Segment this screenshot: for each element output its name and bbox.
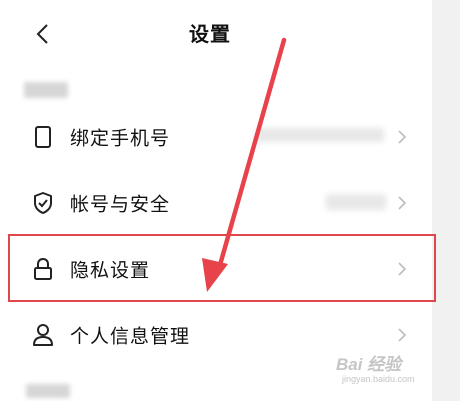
settings-page: 设置 绑定手机号 帐号与安全 隐私设置 个人信息管理 Bai 经验 jingya…	[0, 0, 460, 401]
user-icon	[30, 322, 56, 348]
phone-icon	[30, 124, 56, 150]
baidu-watermark: Bai 经验 jingyan.baidu.com	[336, 346, 436, 396]
page-title: 设置	[189, 22, 231, 46]
phone-number-redacted	[256, 128, 384, 142]
chevron-left-icon	[36, 24, 48, 44]
settings-row-bind-phone[interactable]: 绑定手机号	[0, 106, 432, 168]
chevron-right-icon	[394, 325, 410, 345]
settings-row-label: 帐号与安全	[70, 193, 171, 216]
chevron-right-icon	[394, 127, 410, 147]
back-button[interactable]	[26, 18, 58, 50]
watermark-text: Bai 经验	[336, 355, 402, 374]
settings-row-account-security[interactable]: 帐号与安全	[0, 172, 432, 234]
account-status-redacted	[326, 194, 386, 210]
watermark-subtext: jingyan.baidu.com	[342, 374, 415, 384]
settings-row-label: 绑定手机号	[70, 127, 171, 150]
section-header-redacted	[24, 82, 68, 98]
settings-row-label: 个人信息管理	[70, 325, 191, 348]
shield-check-icon	[30, 190, 56, 216]
right-edge-strip	[432, 0, 460, 401]
chevron-right-icon	[394, 193, 410, 213]
highlight-box	[8, 234, 436, 302]
section-footer-redacted	[26, 384, 70, 398]
